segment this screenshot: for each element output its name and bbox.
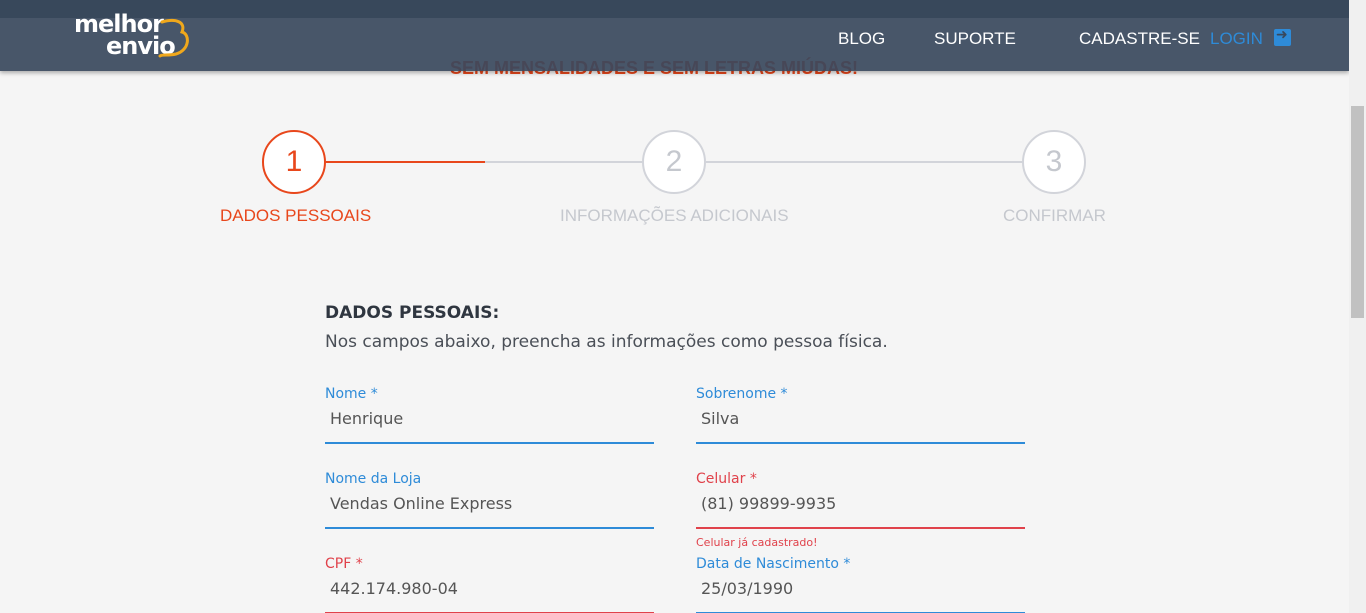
form-subtitle: Nos campos abaixo, preencha as informaçõ… bbox=[325, 332, 888, 352]
nome-loja-input[interactable]: Vendas Online Express bbox=[330, 494, 512, 513]
top-navbar: melhor envio BLOG SUPORTE CADASTRE-SE LO… bbox=[0, 0, 1349, 71]
nome-underline bbox=[325, 442, 654, 444]
step-progress-line bbox=[326, 161, 485, 163]
data-nascimento-input[interactable]: 25/03/1990 bbox=[701, 579, 793, 598]
sobrenome-input[interactable]: Silva bbox=[701, 409, 739, 428]
data-nascimento-label: Data de Nascimento * bbox=[696, 556, 851, 572]
melhor-envio-logo[interactable]: melhor envio bbox=[74, 10, 194, 66]
step-1-circle: 1 bbox=[262, 130, 326, 194]
step-2-label: INFORMAÇÕES ADICIONAIS bbox=[560, 206, 789, 225]
cpf-input[interactable]: 442.174.980-04 bbox=[330, 579, 458, 598]
scrollbar-thumb[interactable] bbox=[1351, 106, 1364, 318]
step-connector-line bbox=[485, 161, 643, 163]
celular-underline bbox=[696, 527, 1025, 529]
login-icon[interactable] bbox=[1274, 27, 1291, 46]
step-1-label: DADOS PESSOAIS bbox=[220, 206, 372, 225]
celular-error-message: Celular já cadastrado! bbox=[696, 536, 818, 549]
form-title: DADOS PESSOAIS: bbox=[325, 303, 500, 323]
cpf-label: CPF * bbox=[325, 556, 363, 572]
nome-loja-underline bbox=[325, 527, 654, 529]
sobrenome-label: Sobrenome * bbox=[696, 386, 788, 402]
nome-label: Nome * bbox=[325, 386, 378, 402]
step-2-circle: 2 bbox=[642, 130, 706, 194]
nav-suporte-link[interactable]: SUPORTE bbox=[934, 29, 1016, 49]
step-3-label: CONFIRMAR bbox=[1003, 206, 1106, 225]
nome-loja-label: Nome da Loja bbox=[325, 471, 422, 487]
nav-blog-link[interactable]: BLOG bbox=[838, 29, 885, 49]
step-connector-line bbox=[706, 161, 1022, 163]
sobrenome-underline bbox=[696, 442, 1025, 444]
celular-label: Celular * bbox=[696, 471, 757, 487]
nav-login-link[interactable]: LOGIN bbox=[1210, 29, 1263, 49]
logo-swoosh-icon bbox=[158, 18, 189, 58]
celular-input[interactable]: (81) 99899-9935 bbox=[701, 494, 836, 513]
nome-input[interactable]: Henrique bbox=[330, 409, 403, 428]
step-3-circle: 3 bbox=[1022, 130, 1086, 194]
nav-cadastre-link[interactable]: CADASTRE-SE bbox=[1079, 29, 1200, 49]
